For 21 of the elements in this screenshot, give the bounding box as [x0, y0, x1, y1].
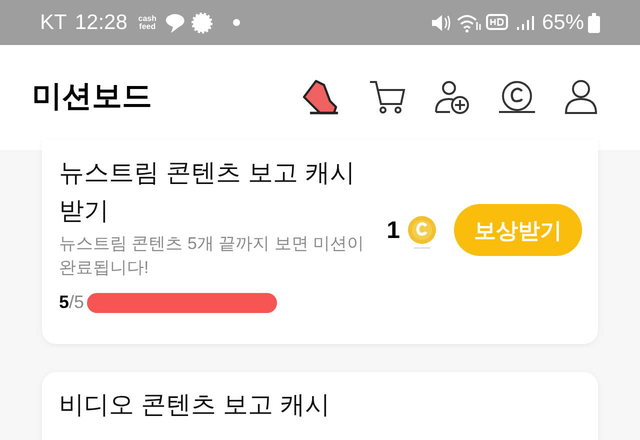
app-logo-text: cash feed [137, 14, 158, 30]
hd-icon [486, 12, 508, 32]
signal-icon [516, 14, 534, 32]
page-title: 미션보드 [32, 79, 152, 115]
add-friend-icon[interactable] [434, 78, 470, 114]
battery-percent: 65% [542, 10, 584, 36]
cart-icon[interactable] [368, 78, 406, 114]
chat-bubble-icon [163, 12, 188, 32]
carrier: KT [40, 10, 67, 36]
battery-icon [588, 12, 600, 32]
claim-reward-button[interactable]: 보상받기 [454, 204, 582, 256]
mission-title: 뉴스트림 콘텐츠 보고 캐시 받기 [59, 158, 356, 227]
progress-count: 5/5 [59, 291, 84, 314]
mission-description: 뉴스트림 콘텐츠 5개 끝까지 보면 미션이 완료됩니다! [59, 233, 366, 279]
coin-icon [407, 215, 437, 249]
profile-icon[interactable] [564, 78, 598, 114]
reward-amount: 1 [386, 216, 400, 246]
clock: 12:28 [74, 10, 128, 36]
badge-icon [191, 12, 214, 34]
coin-icon[interactable] [498, 80, 536, 114]
mission-title: 비디오 콘텐츠 보고 캐시 [59, 390, 331, 421]
